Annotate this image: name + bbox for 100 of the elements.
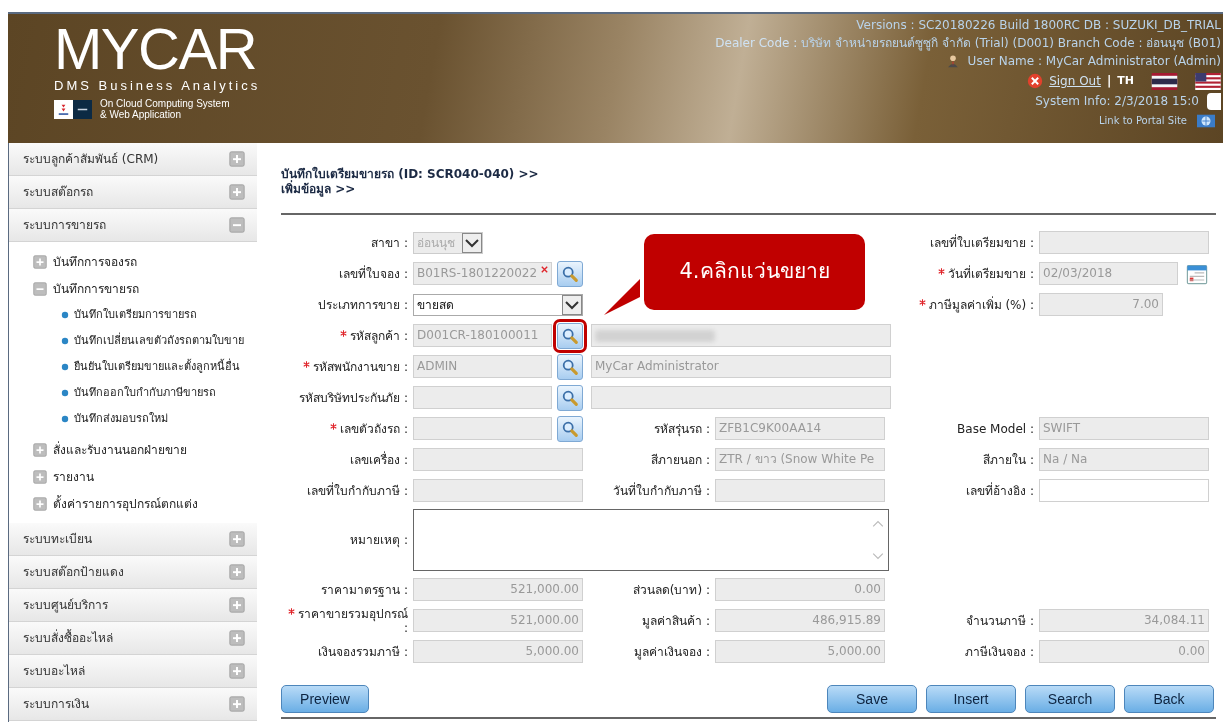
field-label: หมายเหตุ : xyxy=(350,533,408,547)
expand-icon[interactable] xyxy=(229,531,245,547)
dropdown[interactable]: ขายสด xyxy=(413,293,583,316)
field-label: เลขที่ใบกำกับภาษี : xyxy=(307,483,408,498)
field-label: ราคาขายรวมอุปกรณ์ : xyxy=(298,606,408,635)
preview-button[interactable]: Preview xyxy=(281,685,369,713)
search-icon xyxy=(561,388,579,407)
expand-icon[interactable] xyxy=(33,442,47,457)
expand-icon[interactable] xyxy=(33,254,47,269)
logo-text: MYCAR xyxy=(54,20,258,78)
brand-badge-logo xyxy=(54,99,92,119)
page-title: บันทึกใบเตรียมขายรถ (ID: SCR040-040) >> xyxy=(281,167,540,181)
checkbox[interactable] xyxy=(1207,92,1221,110)
action-button[interactable]: Save xyxy=(827,685,917,713)
callout-bubble: 4.คลิกแว่นขยาย xyxy=(644,234,865,310)
field-label: เลขที่ใบเตรียมขาย : xyxy=(930,235,1034,250)
version-text: Versions : SC20180226 Build 1800RC DB : SUZUKI_DB_TRIAL xyxy=(856,17,1221,34)
expand-icon[interactable] xyxy=(229,630,245,646)
search-button[interactable] xyxy=(557,260,583,287)
portal-link[interactable]: Link to Portal Site xyxy=(1099,112,1187,130)
field-label: สีภายนอก : xyxy=(651,452,710,467)
menu-item[interactable]: สั่งและรับงานนอกฝ่ายขาย xyxy=(53,440,187,459)
collapse-icon[interactable] xyxy=(229,217,245,233)
search-icon xyxy=(561,264,579,283)
submenu-item[interactable]: บันทึกใบเตรียมการขายรถ xyxy=(74,306,197,324)
input-field[interactable] xyxy=(413,448,583,471)
us-flag-icon[interactable] xyxy=(1195,72,1221,90)
action-button[interactable]: Insert xyxy=(926,685,1016,713)
tagline-text: On Cloud Computing System xyxy=(100,98,230,109)
input-field[interactable] xyxy=(591,386,891,409)
expand-icon[interactable] xyxy=(229,184,245,200)
input-field[interactable] xyxy=(715,479,885,502)
sidebar-section[interactable]: ระบบสต๊อกป้ายแดง xyxy=(9,556,257,589)
input-field[interactable] xyxy=(591,324,891,347)
dealer-label: Dealer Code : xyxy=(715,35,798,52)
submenu-item[interactable]: บันทึกส่งมอบรถใหม่ xyxy=(74,410,168,428)
submenu-item[interactable]: บันทึกออกใบกำกับภาษีขายรถ xyxy=(74,384,216,402)
sign-out-link[interactable]: Sign Out xyxy=(1049,72,1101,90)
search-icon xyxy=(561,419,579,438)
dealer-text: บริษัท จำหน่ายรถยนต์ซูซูกิ จำกัด (Trial) (D001) Branch Code : อ่อนนุช (B01) xyxy=(801,35,1221,52)
field-label: เลขตัวถังรถ : xyxy=(340,421,408,436)
submenu-item[interactable]: ยืนยันใบเตรียมขายและตั้งลูกหนี้อื่น xyxy=(74,358,240,376)
input-field[interactable] xyxy=(413,479,583,502)
system-info-text: System Info: 2/3/2018 15:0 xyxy=(1035,93,1199,110)
expand-icon[interactable] xyxy=(229,696,245,712)
field-label: รหัสพนักงานขาย : xyxy=(313,359,408,374)
menu-item[interactable]: บันทึกการขายรถ xyxy=(53,279,139,298)
sidebar-section[interactable]: ระบบการเงิน xyxy=(9,688,257,721)
field-label: Base Model : xyxy=(957,421,1034,436)
required-icon xyxy=(330,422,338,430)
field-label: มูลค่าสินค้า : xyxy=(642,613,710,628)
field-label: วันที่ใบกำกับภาษี : xyxy=(613,483,710,498)
menu-item[interactable]: รายงาน xyxy=(53,467,94,486)
sidebar-section[interactable]: ระบบลูกค้าสัมพันธ์ (CRM) xyxy=(9,143,257,176)
required-icon xyxy=(340,329,348,337)
clear-icon[interactable] xyxy=(540,265,549,274)
input-field[interactable] xyxy=(1039,231,1209,254)
field-label: สาขา : xyxy=(371,235,408,250)
menu-item[interactable]: ตั้งค่ารายการอุปกรณ์ตกแต่ง xyxy=(53,494,198,513)
logo-subtitle: DMS Business Analytics xyxy=(54,78,261,94)
field-label: รหัสบริษัทประกันภัย : xyxy=(299,390,408,405)
bullet-icon xyxy=(61,311,69,319)
search-button[interactable] xyxy=(557,415,583,442)
collapse-icon[interactable] xyxy=(33,281,47,296)
input-field[interactable] xyxy=(413,417,552,440)
sidebar-section[interactable]: ระบบสั่งซื้ออะไหล่ xyxy=(9,622,257,655)
sidebar-section[interactable]: ระบบสต๊อกรถ xyxy=(9,176,257,209)
tagline-text: & Web Application xyxy=(100,109,181,120)
expand-icon[interactable] xyxy=(33,496,47,511)
search-button[interactable] xyxy=(557,384,583,411)
field-label: รหัสรุ่นรถ : xyxy=(654,421,710,436)
action-button[interactable]: Search xyxy=(1025,685,1115,713)
sidebar-section[interactable]: ระบบการขายรถ xyxy=(9,209,257,242)
sidebar-section[interactable]: ระบบศูนย์บริการ xyxy=(9,589,257,622)
expand-icon[interactable] xyxy=(229,151,245,167)
page-title: เพิ่มข้อมูล >> xyxy=(281,182,357,197)
input-field[interactable] xyxy=(1039,479,1209,502)
sidebar-section[interactable]: ระบบอะไหล่ xyxy=(9,655,257,688)
language-code: TH xyxy=(1117,73,1134,89)
submenu-item[interactable]: บันทึกเปลี่ยนเลขตัวถังรถตามใบขาย xyxy=(74,332,244,350)
expand-icon[interactable] xyxy=(229,663,245,679)
field-label: เงินจองรวมภาษี : xyxy=(318,644,408,659)
required-icon xyxy=(918,298,926,306)
sidebar-section[interactable]: ระบบทะเบียน xyxy=(9,523,257,556)
search-button[interactable] xyxy=(557,353,583,380)
expand-icon[interactable] xyxy=(229,597,245,613)
expand-icon[interactable] xyxy=(33,469,47,484)
field-label: เลขที่อ้างอิง : xyxy=(966,483,1034,498)
menu-item[interactable]: บันทึกการจองรถ xyxy=(53,252,137,271)
action-button[interactable]: Back xyxy=(1124,685,1214,713)
user-name-text: User Name : MyCar Administrator (Admin) xyxy=(967,53,1221,70)
field-label: ราคามาตรฐาน : xyxy=(321,582,408,597)
field-label: ประเภทการขาย : xyxy=(318,297,408,312)
field-label: ภาษีมูลค่าเพิ่ม (%) : xyxy=(928,297,1034,312)
textarea[interactable] xyxy=(413,509,889,571)
required-icon xyxy=(303,360,311,368)
bullet-icon xyxy=(61,337,69,345)
close-icon[interactable] xyxy=(1027,73,1044,89)
input-field[interactable] xyxy=(413,386,552,409)
expand-icon[interactable] xyxy=(229,564,245,580)
